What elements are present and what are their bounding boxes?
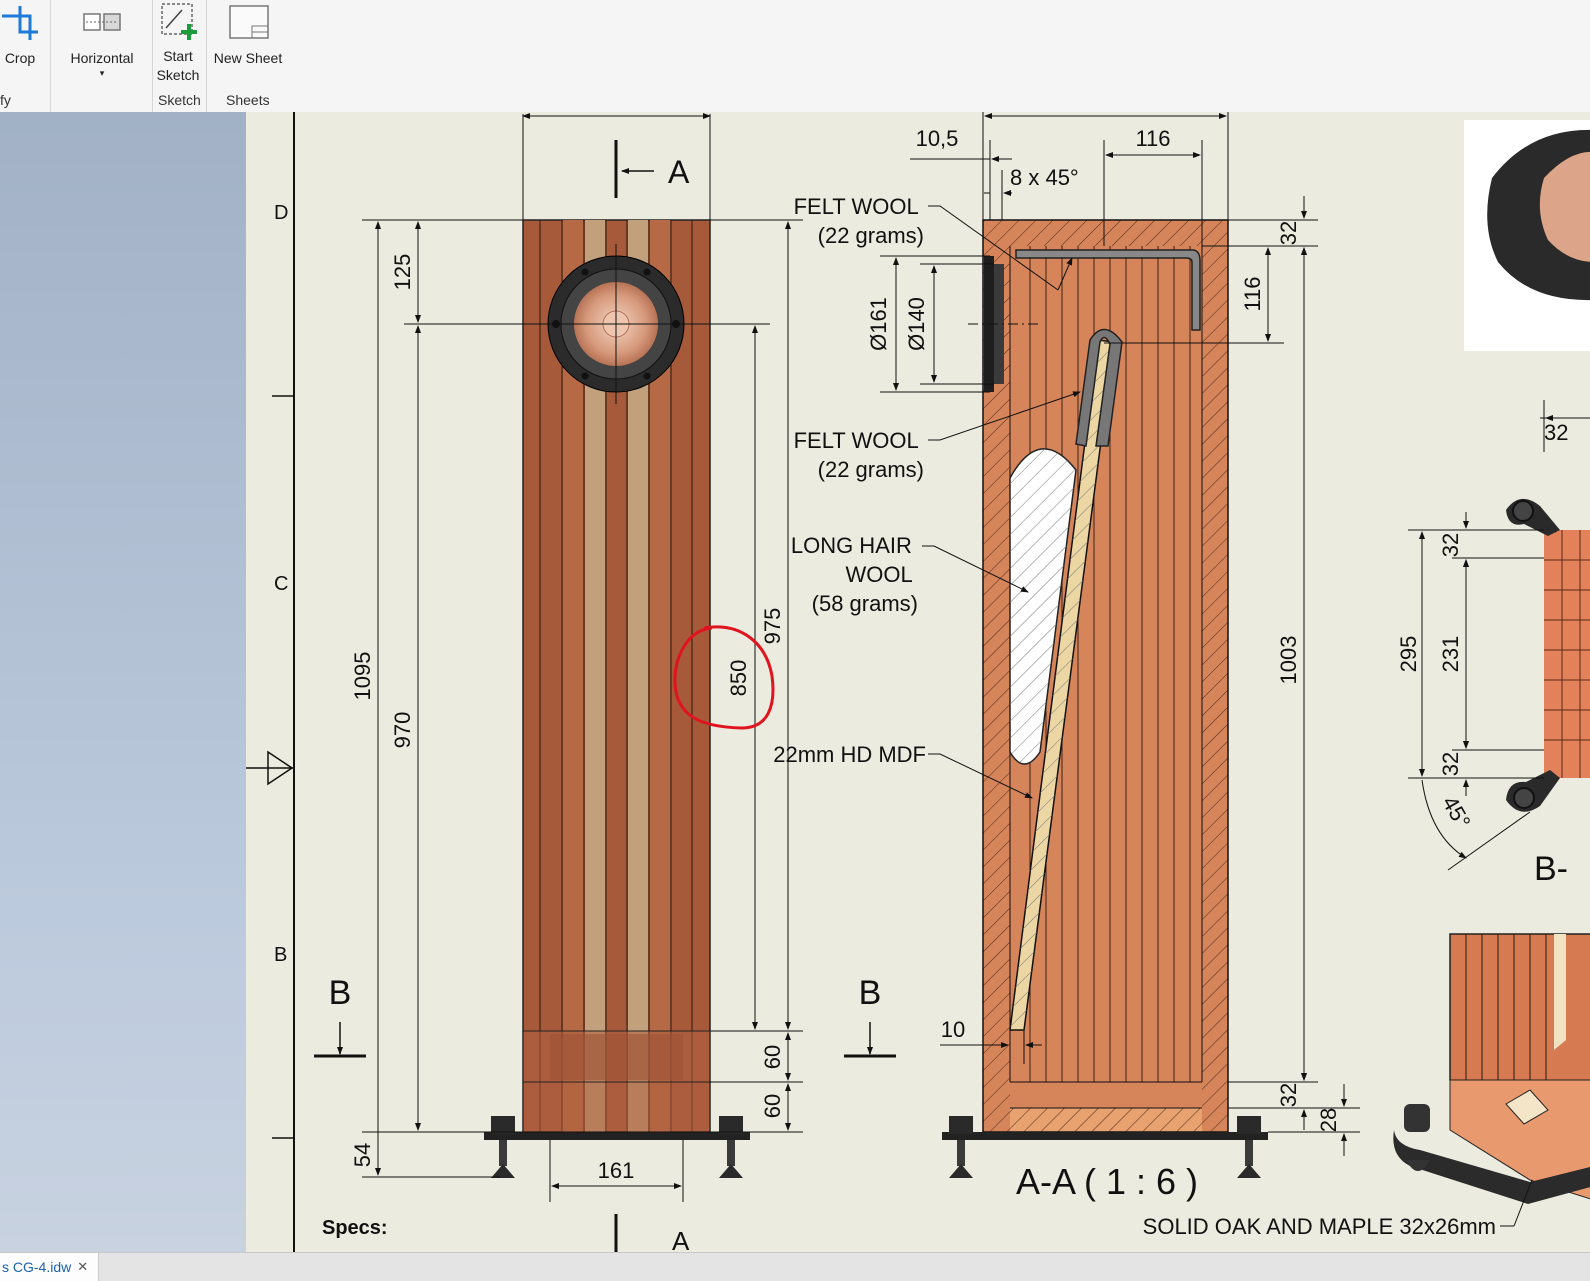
dim-28[interactable]: 28 <box>1316 1108 1341 1132</box>
zone-label-b: B <box>274 944 287 966</box>
view-b-foot-bottom <box>1513 787 1535 809</box>
ribbon-separator <box>206 0 207 112</box>
specs-label: Specs: <box>322 1217 388 1239</box>
horizontal-align-icon <box>83 13 121 31</box>
iso-maple-accent <box>1554 934 1566 1050</box>
section-b-label: B <box>859 974 882 1012</box>
section-top-wall-hatch <box>983 220 1228 246</box>
close-icon[interactable]: ✕ <box>77 1259 88 1275</box>
dim-850[interactable]: 850 <box>726 660 751 697</box>
section-spike-left <box>949 1116 973 1178</box>
dim-10-5[interactable]: 10,5 <box>916 126 959 151</box>
iso-foot <box>1404 1104 1430 1132</box>
crop-label: Crop <box>4 50 36 66</box>
view-b-dim-32-top[interactable]: 32 <box>1544 420 1568 445</box>
solid-wood-label: SOLID OAK AND MAPLE 32x26mm <box>1143 1214 1496 1239</box>
horizontal-label: Horizontal <box>70 50 134 66</box>
spike-foot-left <box>491 1116 515 1178</box>
new-sheet-button[interactable]: New Sheet <box>210 4 286 68</box>
front-view[interactable]: A A 125 1095 970 975 850 60 60 54 161 <box>350 113 803 1252</box>
dim-32-top[interactable]: 32 <box>1276 221 1301 245</box>
zone-label-d: D <box>274 202 288 224</box>
callout-felt-wool-top: FELT WOOL (22 grams) <box>794 194 924 248</box>
view-b-dim-angle[interactable]: 45° <box>1437 792 1475 833</box>
view-b-body <box>1544 530 1590 778</box>
group-label-sheets: Sheets <box>226 92 270 108</box>
dim-chamfer[interactable]: 8 x 45° <box>1010 165 1079 190</box>
dim-970[interactable]: 970 <box>390 712 415 749</box>
dim-161[interactable]: 161 <box>598 1158 635 1183</box>
dim-116-side[interactable]: 116 <box>1240 276 1265 311</box>
start-sketch-label-1: Start <box>163 48 193 64</box>
drawing-sheet[interactable]: D C B A A 125 1095 970 975 850 60 60 54 … <box>246 112 1590 1252</box>
section-b-marker-left: B <box>314 974 366 1058</box>
base-plate <box>484 1132 750 1140</box>
section-b-label: B <box>329 974 352 1012</box>
group-label-sketch: Sketch <box>158 92 201 108</box>
dim-1095[interactable]: 1095 <box>350 652 375 701</box>
ribbon-separator <box>152 0 153 112</box>
dim-125[interactable]: 125 <box>390 254 415 291</box>
drawing-canvas[interactable]: D C B A A 125 1095 970 975 850 60 60 54 … <box>246 112 1590 1252</box>
plinth-front <box>550 1034 683 1080</box>
dim-60-upper[interactable]: 60 <box>760 1045 785 1069</box>
iso-detail <box>1393 933 1590 1227</box>
crop-icon <box>2 6 38 40</box>
view-b-foot-top <box>1512 500 1534 522</box>
section-right-wall-hatch <box>1202 246 1228 1132</box>
start-sketch-icon <box>161 3 197 40</box>
view-b-label: B- <box>1534 850 1568 888</box>
document-tab-bar: s CG-4.idw ✕ <box>0 1252 1590 1281</box>
driver-photo <box>1464 120 1590 351</box>
horizontal-button[interactable]: Horizontal ▾ <box>62 4 142 78</box>
section-b-marker-right: B <box>844 974 896 1058</box>
section-view-a-a[interactable]: 10,5 116 8 x 45° 32 116 Ø161 Ø140 1003 3… <box>773 112 1360 1202</box>
dim-60-lower[interactable]: 60 <box>760 1094 785 1118</box>
start-sketch-button[interactable]: Start Sketch <box>154 0 202 85</box>
callout-long-hair-wool: LONG HAIR WOOL (58 grams) <box>791 533 918 616</box>
group-label-modify: fy <box>0 92 11 108</box>
section-title[interactable]: A-A ( 1 : 6 ) <box>1016 1161 1198 1202</box>
section-bottom-hatch <box>1010 1108 1202 1132</box>
new-sheet-icon <box>229 5 269 39</box>
dim-54[interactable]: 54 <box>350 1143 375 1167</box>
spike-foot-right <box>719 1116 743 1178</box>
dropdown-arrow-icon[interactable]: ▾ <box>62 68 142 78</box>
view-b-arm-bottom <box>1506 770 1560 812</box>
section-spike-right <box>1237 1116 1261 1178</box>
new-sheet-label: New Sheet <box>213 50 283 66</box>
dim-diameter-161[interactable]: Ø161 <box>866 297 891 351</box>
ribbon-separator <box>50 0 51 112</box>
dim-1003[interactable]: 1003 <box>1276 636 1301 685</box>
zone-label-c: C <box>274 573 288 595</box>
callout-felt-wool-baffle: FELT WOOL (22 grams) <box>794 428 924 482</box>
view-b-dim-231[interactable]: 231 <box>1438 636 1463 673</box>
section-a-label: A <box>668 154 690 190</box>
section-a-label-bottom: A <box>672 1226 690 1252</box>
dim-116-top[interactable]: 116 <box>1135 126 1170 151</box>
dim-975[interactable]: 975 <box>760 608 785 645</box>
model-browser-panel <box>0 112 246 1252</box>
view-b-dim-32-b[interactable]: 32 <box>1438 752 1463 776</box>
view-b-dim-295[interactable]: 295 <box>1396 636 1421 673</box>
dim-32-bottom[interactable]: 32 <box>1276 1083 1301 1107</box>
ribbon-toolbar: Crop Horizontal ▾ Start Sketch New Sheet… <box>0 0 1590 113</box>
document-tab-label[interactable]: s CG-4.idw <box>2 1259 71 1275</box>
dim-diameter-140[interactable]: Ø140 <box>904 297 929 351</box>
start-sketch-label-2: Sketch <box>156 67 200 83</box>
view-b-dim-32-a[interactable]: 32 <box>1438 533 1463 557</box>
section-base-plate <box>942 1132 1268 1140</box>
dim-10[interactable]: 10 <box>941 1017 965 1042</box>
view-b[interactable]: 32 32 295 231 32 45° B- <box>1396 400 1590 888</box>
document-tab[interactable]: s CG-4.idw ✕ <box>0 1253 99 1281</box>
callout-mdf: 22mm HD MDF <box>773 742 926 767</box>
crop-button[interactable]: Crop <box>0 4 40 68</box>
